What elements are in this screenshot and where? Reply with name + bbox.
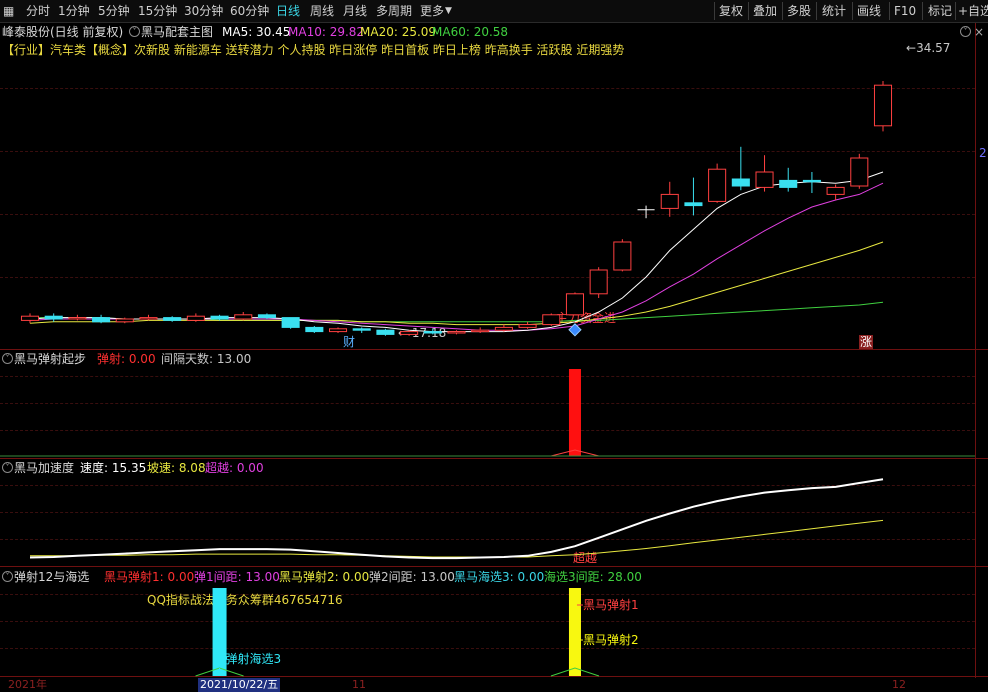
candle-body: [447, 331, 466, 334]
candle-body: [589, 269, 608, 295]
ma5-line: [29, 171, 884, 333]
candle-body: [234, 314, 253, 320]
candle-body: [210, 315, 229, 320]
candle-body: [305, 326, 324, 333]
candle-body: [494, 326, 513, 331]
haixuan-label: 弹射海选3: [226, 651, 282, 666]
candle-body: [257, 314, 276, 319]
candle-body: [802, 179, 821, 183]
candle-body: [565, 293, 585, 316]
candle-body: [542, 314, 561, 326]
candle-body: [755, 171, 774, 188]
tanshe2-bar: [568, 588, 581, 676]
candle-body: [44, 315, 63, 320]
candle-body: [826, 186, 845, 195]
candle-body: [139, 317, 158, 320]
kline-chart-canvas[interactable]: 弹射海选3 黑马弹射1 黑马弹射2: [0, 0, 988, 687]
candle-body: [708, 168, 727, 202]
ma20-line: [29, 241, 884, 326]
tanshe1-label: 黑马弹射1: [583, 597, 639, 612]
candle-body: [660, 193, 679, 209]
candle-body: [376, 329, 395, 335]
tanshe2-label: 黑马弹射2: [583, 632, 639, 647]
speed-line: [29, 478, 884, 560]
candle-body: [328, 328, 348, 333]
candle-body: [352, 328, 371, 331]
candle-body: [281, 317, 300, 328]
candle-body: [779, 179, 798, 188]
candle-body: [518, 324, 537, 328]
candle-body: [850, 157, 869, 187]
tanshe-bar: [568, 369, 581, 456]
candle-body: [471, 329, 490, 333]
candle-body: [115, 318, 134, 323]
candle-body: [20, 315, 40, 321]
candle-body: [400, 331, 419, 335]
candle-body: [684, 202, 703, 207]
candle-body: [873, 84, 893, 127]
candle-body: [731, 178, 750, 187]
candle-body: [163, 317, 182, 321]
candle-body: [68, 317, 87, 320]
signal-diamond-icon: [568, 323, 582, 337]
candle-body: [613, 241, 632, 271]
candle-body: [186, 315, 205, 321]
ma10-line: [29, 182, 884, 331]
candle-body: [423, 331, 442, 334]
candle-body: [92, 317, 111, 323]
